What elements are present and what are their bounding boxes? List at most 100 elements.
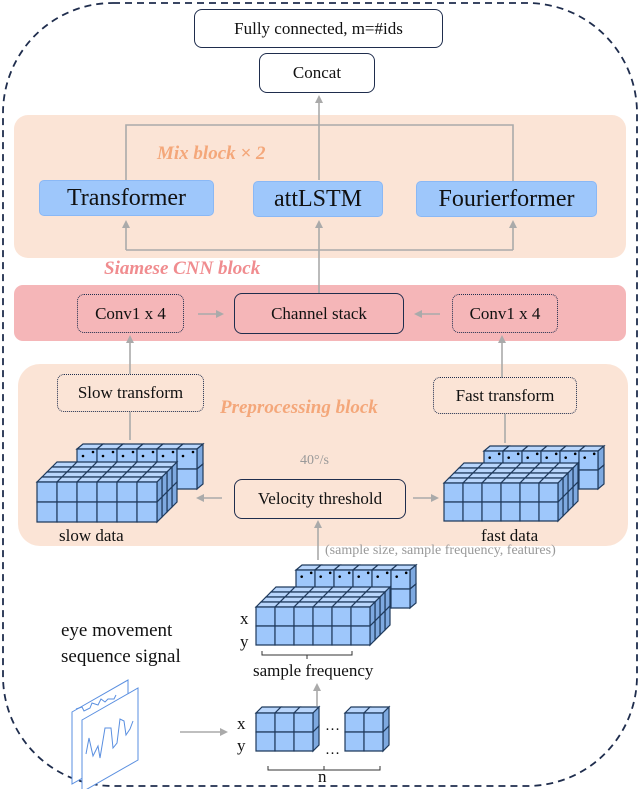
feature-dot — [554, 452, 558, 456]
concat-box[interactable]: Concat — [259, 53, 375, 93]
fast-data-front-side-cell — [557, 495, 564, 523]
x-label-top: x — [240, 609, 249, 628]
input-front-front-cell — [255, 625, 276, 646]
input-front-front-cell — [331, 606, 352, 627]
left-conv-box[interactable]: Conv1 x 4 — [77, 294, 184, 333]
input-front-side-cell — [384, 604, 391, 632]
fast-transform-label: Fast transform — [455, 385, 555, 405]
left-conv-label: Conv1 x 4 — [95, 303, 166, 323]
attlstm-box[interactable]: attLSTM — [253, 181, 383, 217]
input-back-side-cell — [409, 582, 417, 610]
attlstm-label: attLSTM — [274, 185, 362, 212]
sequence-right-front-cell — [344, 712, 365, 733]
slow-data-front-side-cell — [171, 480, 178, 509]
fast-data-front-front-cell — [519, 501, 540, 522]
feature-dot — [385, 571, 389, 575]
slow-data-front-side-cell — [156, 495, 163, 524]
feature-dot — [564, 456, 567, 459]
feature-dot — [300, 575, 304, 578]
slow-data-front-front-cell — [116, 481, 138, 503]
slow-data-front-front-cell — [36, 481, 58, 503]
fast-data-front-side-cell — [572, 480, 579, 508]
sequence-right-front-cell — [344, 731, 365, 752]
sequence-right-front-cell — [363, 712, 384, 733]
fast-transform-box[interactable]: Fast transform — [433, 377, 577, 414]
slow-data-front-front-cell — [56, 481, 78, 503]
slow-transform-box[interactable]: Slow transform — [57, 374, 204, 412]
n-label: n — [318, 767, 327, 786]
feature-dot — [535, 452, 539, 456]
feature-dot — [131, 450, 135, 454]
fast-data-back-side-cell — [597, 463, 605, 491]
feature-dot — [319, 575, 323, 578]
feature-dot — [91, 450, 95, 454]
feature-dot — [376, 575, 380, 578]
sequence-right-front-cell — [363, 731, 384, 752]
fast-data-back-front-cell — [578, 469, 599, 490]
input-front-front-cell — [274, 606, 295, 627]
shape-annotation: (sample size, sample frequency, features… — [325, 543, 556, 558]
right-conv-box[interactable]: Conv1 x 4 — [452, 294, 558, 333]
input-front-front-cell — [293, 606, 314, 627]
velocity-threshold-label: Velocity threshold — [257, 489, 383, 508]
right-conv-label: Conv1 x 4 — [469, 303, 541, 323]
signal-label-line1: eye movement — [61, 620, 173, 641]
sequence-left-front-cell — [274, 712, 295, 733]
slow-data-front-front-cell — [136, 481, 158, 503]
velocity-threshold-box[interactable]: Velocity threshold — [234, 479, 406, 519]
slow-data-front-front-cell — [76, 501, 98, 523]
sequence-left-front-cell — [293, 712, 314, 733]
fast-data-front-front-cell — [443, 482, 464, 503]
input-front-side-cell — [374, 614, 381, 642]
preprocessing-block-label: Preprocessing block — [220, 397, 378, 418]
feature-dot — [338, 575, 342, 578]
sample-frequency-bracket — [261, 651, 353, 659]
concat-label: Concat — [292, 63, 342, 82]
fully-connected-box[interactable]: Fully connected, m=#ids — [194, 9, 443, 48]
slow-data-front-front-cell — [96, 501, 118, 523]
fast-data-front-front-cell — [462, 482, 483, 503]
fourierformer-label: Fourierformer — [438, 185, 575, 212]
feature-dot — [507, 456, 511, 459]
transformer-box[interactable]: Transformer — [39, 180, 214, 216]
feature-dot — [111, 450, 115, 454]
sequence-left-front-cell — [274, 731, 295, 752]
feature-dot — [583, 456, 586, 459]
slow-data-front-front-cell — [136, 501, 158, 523]
x-label-bottom: x — [237, 714, 246, 733]
feature-dot — [497, 452, 501, 456]
input-front-front-cell — [312, 606, 333, 627]
slow-transform-label: Slow transform — [77, 383, 184, 402]
feature-dot — [357, 575, 361, 578]
slow-data-label: slow data — [59, 526, 124, 545]
channel-stack-box[interactable]: Channel stack — [234, 293, 404, 334]
slow-data-front-side-cell — [161, 490, 168, 519]
fast-data-front-front-cell — [443, 501, 464, 522]
feature-dot — [366, 571, 370, 575]
fourierformer-box[interactable]: Fourierformer — [416, 181, 597, 217]
fast-data-front-front-cell — [481, 482, 502, 503]
siamese-block-label: Siamese CNN block — [104, 258, 261, 279]
input-front-front-cell — [331, 625, 352, 646]
fast-data-front-front-cell — [500, 501, 521, 522]
slow-data-front-front-cell — [56, 501, 78, 523]
input-front-front-cell — [350, 606, 371, 627]
input-front-front-cell — [255, 606, 276, 627]
transformer-label: Transformer — [66, 184, 187, 211]
sample-frequency-label: sample frequency — [253, 661, 374, 680]
feature-dot — [488, 456, 492, 459]
mix-block-label: Mix block × 2 — [157, 143, 266, 164]
y-label-bottom: y — [237, 736, 246, 755]
input-front-front-cell — [350, 625, 371, 646]
feature-dot — [161, 454, 165, 458]
input-back-front-cell — [390, 588, 411, 609]
feature-dot — [309, 571, 313, 575]
input-front-front-cell — [312, 625, 333, 646]
fast-data-front-side-cell — [562, 490, 569, 518]
slow-data-front-front-cell — [36, 501, 58, 523]
feature-dot — [141, 454, 145, 458]
sequence-left-front-cell — [293, 731, 314, 752]
input-front-side-cell — [369, 619, 376, 647]
slow-data-front-front-cell — [96, 481, 118, 503]
ellipsis-bottom: … — [325, 742, 340, 758]
